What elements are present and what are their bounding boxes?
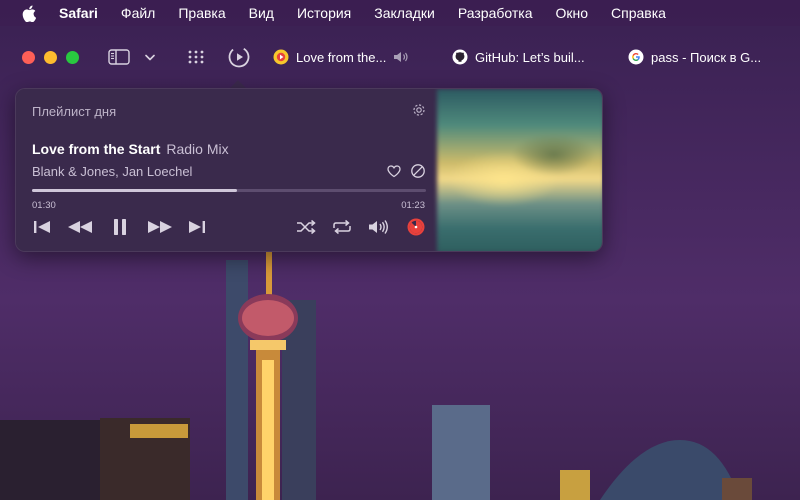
- extensions-grid-icon[interactable]: [186, 48, 206, 66]
- sleep-timer-icon[interactable]: [405, 218, 427, 236]
- music-extension-icon[interactable]: [226, 44, 252, 70]
- tab-title: Love from the...: [296, 49, 387, 65]
- volume-icon[interactable]: [367, 218, 391, 236]
- playlist-title: Плейлист дня: [32, 104, 117, 119]
- menu-history[interactable]: История: [297, 5, 351, 21]
- repeat-icon[interactable]: [331, 218, 353, 236]
- time-elapsed: 01:30: [32, 200, 56, 211]
- safari-toolbar: Love from the... GitHub: Let’s buil... p…: [0, 38, 800, 76]
- zoom-window-button[interactable]: [66, 51, 79, 64]
- menu-help[interactable]: Справка: [611, 5, 666, 21]
- skip-forward-icon[interactable]: [187, 218, 207, 236]
- track-artist[interactable]: Blank & Jones, Jan Loechel: [32, 164, 192, 179]
- music-player-popover: Плейлист дня Love from the Start Radio Mi…: [15, 88, 603, 252]
- fast-forward-icon[interactable]: [146, 218, 174, 236]
- tab-title: GitHub: Let’s buil...: [475, 49, 585, 65]
- album-artwork[interactable]: [437, 89, 602, 251]
- gear-icon[interactable]: [412, 103, 426, 117]
- progress-bar[interactable]: [32, 189, 426, 192]
- menu-bar: Safari Файл Правка Вид История Закладки …: [0, 0, 800, 26]
- track-title[interactable]: Love from the Start: [32, 141, 160, 157]
- apple-menu-icon[interactable]: [22, 4, 38, 22]
- rewind-icon[interactable]: [66, 218, 94, 236]
- track-mix: Radio Mix: [166, 141, 229, 157]
- track-title-line: Love from the Start Radio Mix: [32, 141, 229, 157]
- tab-music[interactable]: Love from the...: [273, 46, 423, 68]
- menu-window[interactable]: Окно: [555, 5, 588, 21]
- menu-app-name[interactable]: Safari: [59, 5, 98, 21]
- time-remaining: 01:23: [401, 200, 425, 211]
- menu-bookmarks[interactable]: Закладки: [374, 5, 435, 21]
- tab-title: pass - Поиск в G...: [651, 49, 762, 65]
- chevron-down-icon[interactable]: [144, 50, 156, 64]
- heart-icon[interactable]: [386, 163, 402, 179]
- github-icon: [452, 49, 468, 65]
- pause-icon[interactable]: [110, 218, 130, 236]
- dislike-icon[interactable]: [410, 163, 426, 179]
- menu-view[interactable]: Вид: [249, 5, 274, 21]
- shuffle-icon[interactable]: [295, 218, 317, 236]
- menu-edit[interactable]: Правка: [178, 5, 225, 21]
- skip-back-icon[interactable]: [32, 218, 52, 236]
- minimize-window-button[interactable]: [44, 51, 57, 64]
- tab-google[interactable]: pass - Поиск в G...: [628, 46, 800, 68]
- speaker-icon[interactable]: [393, 51, 409, 63]
- menu-file[interactable]: Файл: [121, 5, 155, 21]
- progress-fill: [32, 189, 237, 192]
- sidebar-toggle-icon[interactable]: [108, 48, 130, 66]
- player-panel: Плейлист дня Love from the Start Radio Mi…: [16, 89, 437, 251]
- music-app-icon: [273, 49, 289, 65]
- close-window-button[interactable]: [22, 51, 35, 64]
- google-icon: [628, 49, 644, 65]
- menu-develop[interactable]: Разработка: [458, 5, 533, 21]
- tab-github[interactable]: GitHub: Let’s buil...: [452, 46, 602, 68]
